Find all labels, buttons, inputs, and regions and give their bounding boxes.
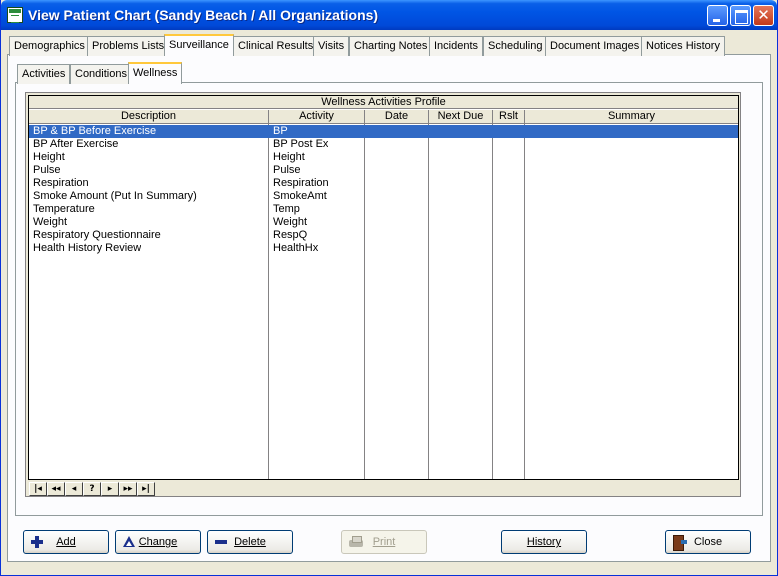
- grid-title: Wellness Activities Profile: [29, 96, 738, 109]
- patient-chart-window: View Patient Chart (Sandy Beach / All Or…: [0, 0, 778, 576]
- tab-wellness[interactable]: Wellness: [128, 62, 183, 84]
- cell-activity: BP: [273, 125, 288, 137]
- cell-activity: Height: [273, 151, 305, 163]
- delete-button[interactable]: Delete: [207, 530, 293, 554]
- table-row[interactable]: Temperature Temp: [29, 203, 738, 216]
- close-button[interactable]: Close: [665, 530, 751, 554]
- history-button[interactable]: History: [501, 530, 587, 554]
- change-button-label: Change: [138, 536, 178, 548]
- cell-description: Health History Review: [33, 242, 142, 254]
- print-button-label: Print: [372, 536, 396, 548]
- nav-help-button[interactable]: ?: [83, 482, 101, 496]
- history-button-label: History: [526, 536, 562, 548]
- cell-activity: RespQ: [273, 229, 308, 241]
- column-header-rslt[interactable]: Rslt: [493, 110, 525, 124]
- tab-scheduling[interactable]: Scheduling: [483, 36, 548, 56]
- cell-activity: Weight: [273, 216, 308, 228]
- cell-description: Pulse: [33, 164, 61, 176]
- add-button[interactable]: Add: [23, 530, 109, 554]
- record-navigator: |◂ ◂◂ ◂ ? ▸ ▸▸ ▸|: [28, 482, 739, 496]
- change-button[interactable]: Change: [115, 530, 201, 554]
- table-row[interactable]: BP After Exercise BP Post Ex: [29, 138, 738, 151]
- table-row[interactable]: Weight Weight: [29, 216, 738, 229]
- column-header-summary[interactable]: Summary: [525, 110, 738, 124]
- cell-description: Weight: [33, 216, 68, 228]
- cell-description: Height: [33, 151, 65, 163]
- close-icon: ✕: [757, 6, 770, 24]
- tab-surveillance[interactable]: Surveillance: [164, 34, 234, 56]
- add-button-label: Add: [56, 536, 76, 548]
- close-window-button[interactable]: ✕: [753, 5, 774, 26]
- cell-activity: SmokeAmt: [273, 190, 327, 202]
- tab-problems-lists[interactable]: Problems Lists: [87, 36, 170, 56]
- cell-activity: HealthHx: [273, 242, 319, 254]
- table-row[interactable]: Height Height: [29, 151, 738, 164]
- column-header-activity[interactable]: Activity: [269, 110, 365, 124]
- tab-incidents[interactable]: Incidents: [429, 36, 484, 56]
- print-button[interactable]: Print: [341, 530, 427, 554]
- tab-visits[interactable]: Visits: [313, 36, 350, 56]
- nav-next-record-button[interactable]: ▸: [101, 482, 119, 496]
- nav-next-page-button[interactable]: ▸▸: [119, 482, 137, 496]
- cell-description: Temperature: [33, 203, 95, 215]
- cell-description: BP After Exercise: [33, 138, 119, 150]
- cell-activity: Respiration: [273, 177, 329, 189]
- cell-activity: BP Post Ex: [273, 138, 329, 150]
- nav-prior-record-button[interactable]: ◂: [65, 482, 83, 496]
- maximize-icon: [731, 6, 750, 25]
- nav-first-record-button[interactable]: |◂: [29, 482, 47, 496]
- table-row[interactable]: Respiration Respiration: [29, 177, 738, 190]
- tab-activities[interactable]: Activities: [17, 64, 71, 84]
- tab-notices-history[interactable]: Notices History: [641, 36, 725, 56]
- tab-clinical-results[interactable]: Clinical Results: [233, 36, 319, 56]
- tab-charting-notes[interactable]: Charting Notes: [349, 36, 433, 56]
- title-bar[interactable]: View Patient Chart (Sandy Beach / All Or…: [1, 0, 777, 30]
- nav-last-record-button[interactable]: ▸|: [137, 482, 155, 496]
- cell-description: Smoke Amount (Put In Summary): [33, 190, 197, 202]
- cell-description: Respiratory Questionnaire: [33, 229, 161, 241]
- table-row[interactable]: Pulse Pulse: [29, 164, 738, 177]
- nav-prior-page-button[interactable]: ◂◂: [47, 482, 65, 496]
- tab-conditions[interactable]: Conditions: [70, 64, 132, 84]
- column-header-date[interactable]: Date: [365, 110, 429, 124]
- table-row[interactable]: BP & BP Before Exercise BP: [29, 125, 738, 138]
- tab-document-images[interactable]: Document Images: [545, 36, 645, 56]
- window-title: View Patient Chart (Sandy Beach / All Or…: [28, 7, 379, 23]
- app-chart-icon: [7, 7, 23, 23]
- close-button-label: Close: [693, 536, 723, 548]
- table-row[interactable]: Smoke Amount (Put In Summary) SmokeAmt: [29, 190, 738, 203]
- table-row[interactable]: Respiratory Questionnaire RespQ: [29, 229, 738, 242]
- delete-button-label: Delete: [234, 536, 266, 548]
- maximize-button[interactable]: [730, 5, 751, 26]
- cell-description: BP & BP Before Exercise: [33, 125, 157, 137]
- table-row[interactable]: Health History Review HealthHx: [29, 242, 738, 255]
- tab-demographics[interactable]: Demographics: [9, 36, 90, 56]
- cell-activity: Pulse: [273, 164, 301, 176]
- wellness-grid-frame: Wellness Activities Profile Description …: [25, 92, 741, 497]
- column-header-next-due[interactable]: Next Due: [429, 110, 493, 124]
- wellness-activities-grid[interactable]: Wellness Activities Profile Description …: [28, 95, 739, 480]
- minimize-icon: [708, 6, 727, 25]
- cell-description: Respiration: [33, 177, 89, 189]
- column-header-description[interactable]: Description: [29, 110, 269, 124]
- minimize-button[interactable]: [707, 5, 728, 26]
- cell-activity: Temp: [273, 203, 300, 215]
